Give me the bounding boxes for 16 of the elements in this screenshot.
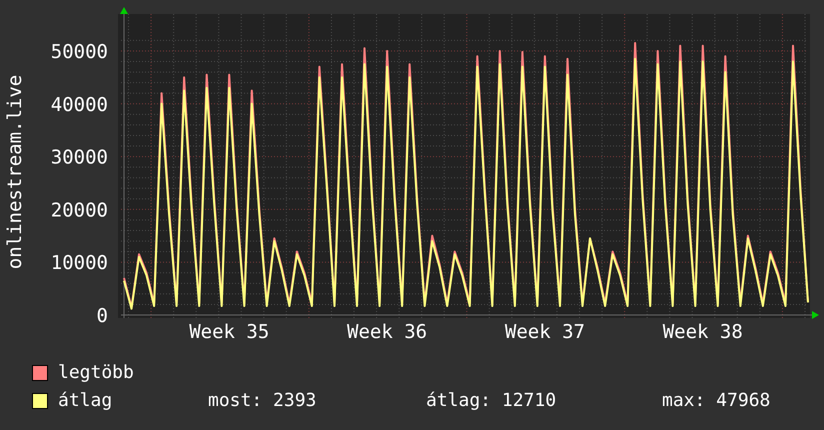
axis-tick-label: Week 35 xyxy=(189,321,270,343)
axis-tick-label: 20000 xyxy=(50,199,108,222)
axis-tick-label: 30000 xyxy=(50,146,108,169)
axis-tick-label: 50000 xyxy=(50,40,108,63)
stat-value: átlag: 12710 xyxy=(426,390,556,411)
stat-value: most: 2393 xyxy=(208,390,316,411)
axis-tick-label: Week 37 xyxy=(504,321,585,343)
axis-tick-label: Week 36 xyxy=(347,321,428,343)
legend-label: átlag xyxy=(58,389,114,413)
axis-title: onlinestream.live xyxy=(4,74,26,270)
stat-value: max: 47968 xyxy=(662,390,770,411)
axis-tick-label: 10000 xyxy=(50,252,108,274)
axis-tick-label: 40000 xyxy=(50,94,108,116)
axis-tick-label: 0 xyxy=(96,305,108,327)
axis-tick-label: Week 38 xyxy=(662,321,743,343)
legend-label: legtöbb xyxy=(58,361,135,385)
